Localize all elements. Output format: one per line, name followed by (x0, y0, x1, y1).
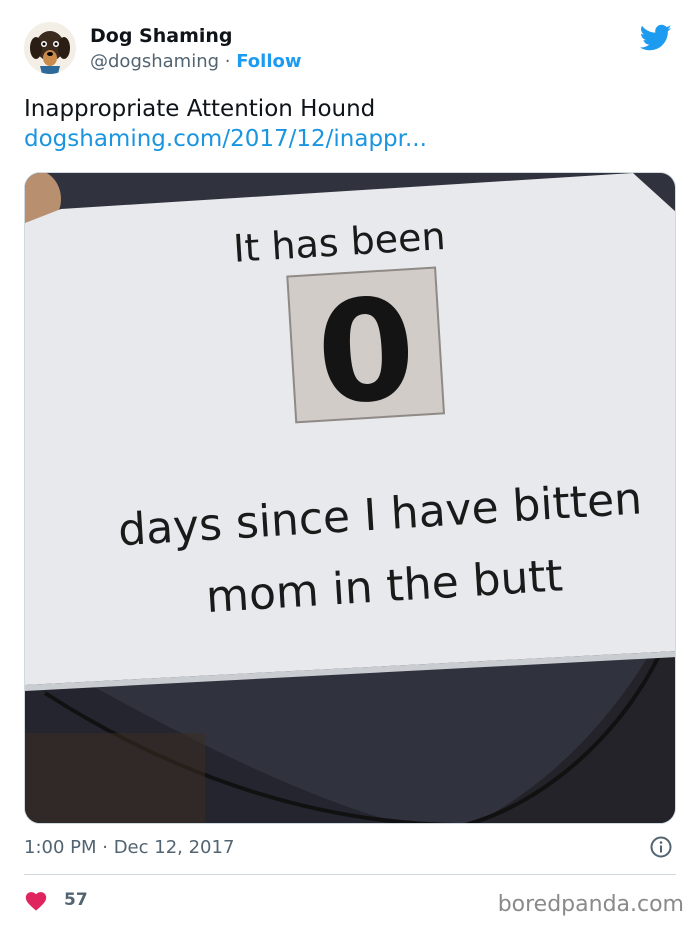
account-avatar[interactable] (24, 22, 76, 74)
info-icon[interactable] (650, 836, 672, 858)
tweet-link[interactable]: dogshaming.com/2017/12/inappr... (24, 124, 676, 154)
handle-separator: · (219, 51, 237, 72)
watermark: boredpanda.com (497, 892, 684, 917)
day-counter: 0 (313, 268, 420, 437)
like-count: 57 (64, 890, 88, 910)
tweet-timestamp[interactable]: 1:00 PM · Dec 12, 2017 (24, 836, 234, 860)
like-button[interactable]: 57 (24, 886, 88, 914)
heart-icon (25, 892, 47, 911)
tweet-text: Inappropriate Attention Hound (24, 96, 376, 122)
dog-avatar-icon (30, 31, 70, 74)
tweet-photo[interactable]: It has been 0 days since I have bitten m… (24, 172, 676, 824)
twitter-bird-icon[interactable] (640, 24, 672, 52)
tweet-text-block: Inappropriate Attention Hound dogshaming… (24, 94, 676, 154)
account-name[interactable]: Dog Shaming (90, 24, 233, 48)
account-handle-line: @dogshaming · Follow (90, 50, 302, 74)
follow-button[interactable]: Follow (236, 51, 301, 72)
tweet-header: Dog Shaming @dogshaming · Follow (24, 22, 676, 78)
sign-photo: It has been 0 days since I have bitten m… (25, 173, 675, 823)
divider (24, 874, 676, 875)
account-handle[interactable]: @dogshaming (90, 51, 219, 72)
